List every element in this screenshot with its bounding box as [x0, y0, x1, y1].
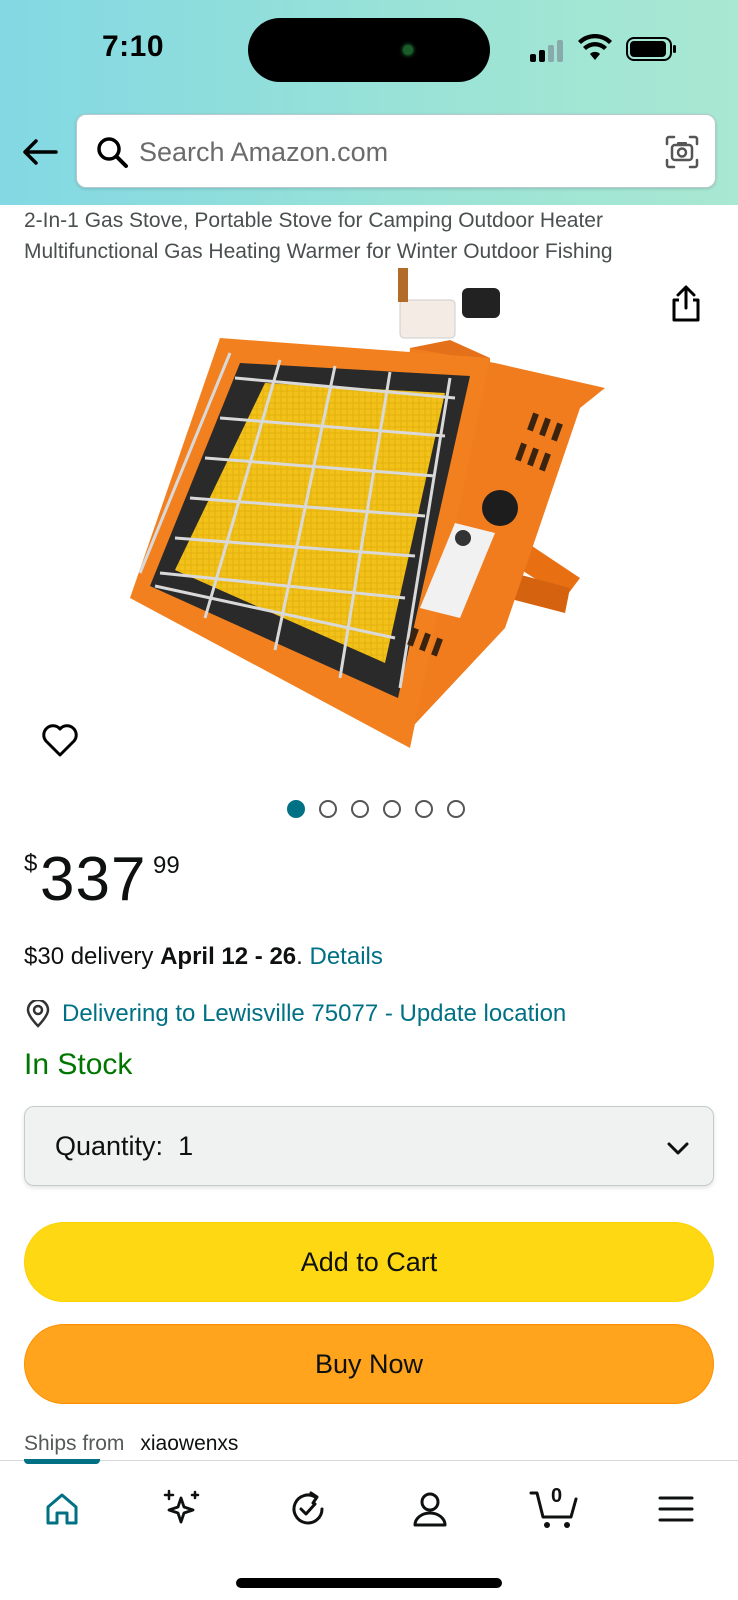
delivery-cost: $30 delivery: [24, 943, 154, 970]
delivery-dates: April 12 - 26: [160, 943, 297, 970]
hamburger-menu-icon: [658, 1496, 694, 1522]
image-carousel-dots: [0, 800, 738, 824]
buy-now-button[interactable]: Buy Now: [24, 1324, 714, 1404]
stock-status: In Stock: [24, 1048, 133, 1081]
chevron-down-icon: [667, 1142, 689, 1155]
arrow-left-icon: [23, 139, 58, 165]
ships-from-label: Ships from: [24, 1432, 125, 1455]
delivery-separator: .: [296, 943, 303, 970]
delivery-location-text: Delivering to Lewisville 75077 - Update …: [62, 1000, 567, 1027]
price-whole: 337: [40, 845, 147, 914]
quantity-dropdown[interactable]: Quantity: 1: [24, 1106, 714, 1186]
carousel-dot[interactable]: [351, 800, 369, 818]
cart-count-badge: 0: [551, 1485, 563, 1507]
home-icon: [46, 1493, 78, 1525]
home-indicator-bar: [236, 1578, 502, 1588]
carousel-dot[interactable]: [287, 800, 305, 818]
search-input[interactable]: [139, 129, 639, 175]
ships-from: Ships from xiaowenxs: [24, 1432, 238, 1456]
product-title[interactable]: 2-In-1 Gas Stove, Portable Stove for Cam…: [24, 205, 714, 267]
battery-icon: [626, 37, 676, 61]
dynamic-island: [248, 18, 490, 82]
add-to-cart-button[interactable]: Add to Cart: [24, 1222, 714, 1302]
heart-icon[interactable]: [40, 720, 80, 760]
status-bar-time: 7:10: [102, 30, 165, 63]
ships-from-value: xiaowenxs: [140, 1432, 239, 1455]
share-icon[interactable]: [666, 284, 706, 324]
delivery-info: $30 delivery April 12 - 26. Details: [24, 943, 383, 971]
price-fraction: 99: [153, 852, 180, 879]
top-header: 7:10: [0, 0, 738, 205]
wifi-icon: [578, 34, 612, 60]
back-button[interactable]: [18, 130, 62, 174]
sparkle-icon: [163, 1489, 200, 1524]
cellular-signal-icon: [530, 38, 570, 62]
nav-home[interactable]: [32, 1479, 92, 1539]
quantity-label: Quantity: 1: [55, 1131, 194, 1161]
product-image[interactable]: [110, 268, 630, 768]
price-symbol: $: [24, 850, 38, 877]
carousel-dot[interactable]: [447, 800, 465, 818]
quantity-value: 1: [178, 1131, 194, 1161]
delivery-location-link[interactable]: Delivering to Lewisville 75077 - Update …: [24, 998, 566, 1030]
active-tab-indicator: [24, 1459, 100, 1464]
carousel-dot[interactable]: [383, 800, 401, 818]
refresh-check-icon: [292, 1491, 324, 1525]
user-icon: [413, 1492, 447, 1527]
nav-buy-again[interactable]: [278, 1479, 338, 1539]
camera-search-icon[interactable]: [663, 133, 701, 171]
search-icon: [97, 137, 128, 168]
search-box[interactable]: [76, 114, 716, 188]
nav-menu[interactable]: [646, 1479, 706, 1539]
camera-indicator-dot: [403, 45, 413, 55]
nav-cart[interactable]: 0: [524, 1479, 584, 1539]
location-pin-icon: [26, 1000, 50, 1028]
carousel-dot[interactable]: [319, 800, 337, 818]
nav-account[interactable]: [400, 1479, 460, 1539]
delivery-details-link[interactable]: Details: [310, 943, 383, 970]
nav-ai-assistant[interactable]: [152, 1479, 212, 1539]
carousel-dot[interactable]: [415, 800, 433, 818]
